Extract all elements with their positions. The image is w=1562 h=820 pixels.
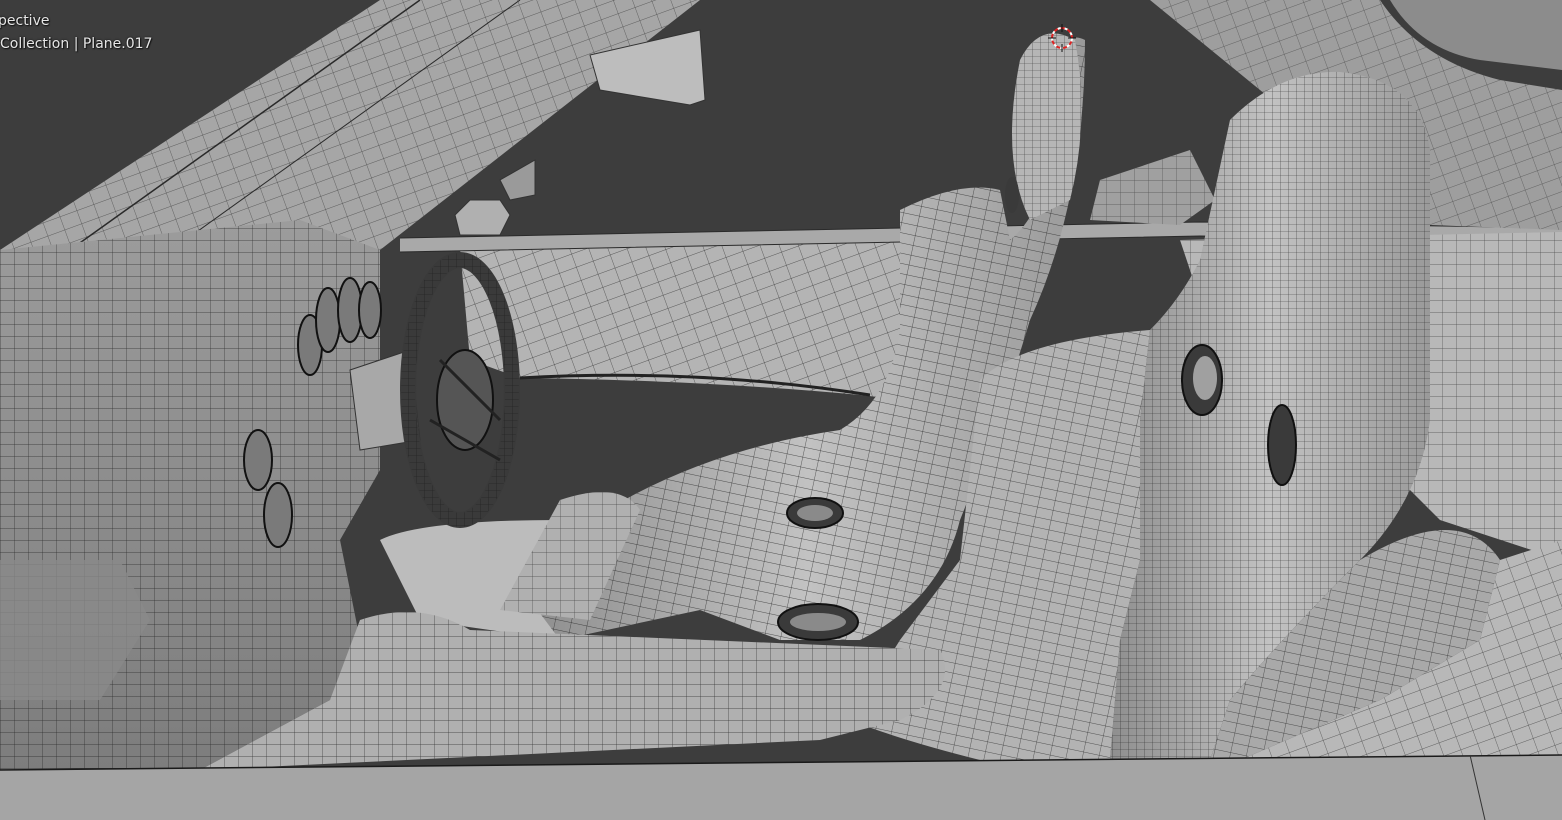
door-trim-panel[interactable] [460,238,905,400]
steering-wheel[interactable] [400,252,520,528]
3d-cursor-icon[interactable] [1048,24,1076,52]
active-object-label: Collection | Plane.017 [0,36,153,52]
view-perspective-label: pective [0,13,50,29]
wireframe-scene[interactable] [0,0,1562,820]
3d-viewport[interactable]: pective Collection | Plane.017 [0,0,1562,820]
